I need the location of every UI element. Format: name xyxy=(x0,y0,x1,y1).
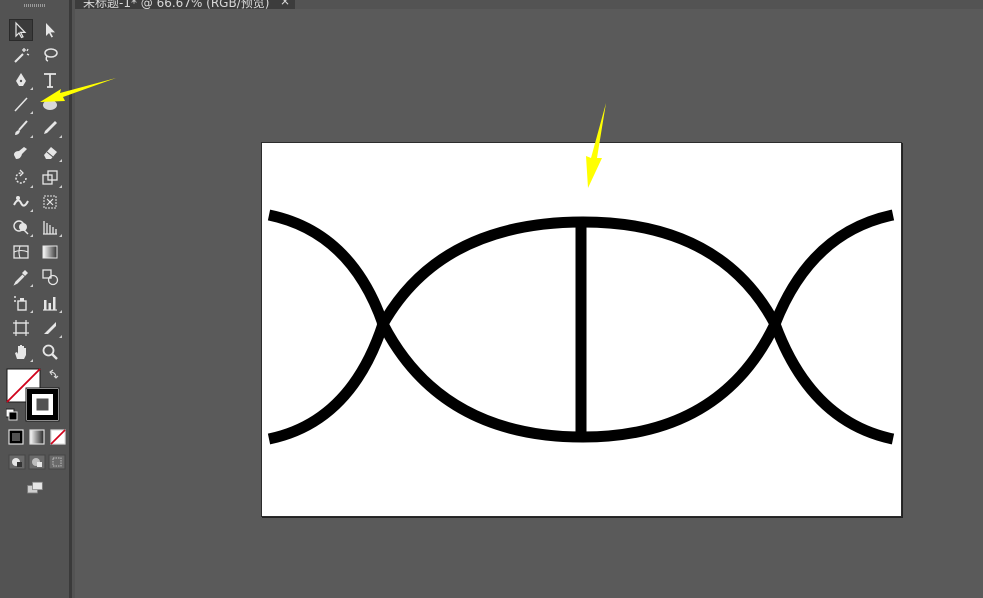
annotation-arrow-top xyxy=(586,103,606,188)
column-graph-tool-icon[interactable] xyxy=(38,292,62,314)
free-transform-tool-icon[interactable] xyxy=(38,191,62,213)
blob-brush-tool-icon[interactable] xyxy=(9,141,33,163)
draw-normal-icon[interactable] xyxy=(7,454,27,470)
none-mode-button[interactable] xyxy=(48,428,68,446)
left-arc-upper xyxy=(267,209,389,326)
close-icon[interactable]: × xyxy=(280,0,290,8)
artboard-tool-icon[interactable] xyxy=(9,317,33,339)
document-tab-bar: 未标题-1* @ 66.67% (RGB/预览) × xyxy=(75,0,983,9)
lasso-tool-icon[interactable] xyxy=(38,44,62,66)
gradient-mode-button[interactable] xyxy=(27,428,47,446)
document-tab-title: 未标题-1* @ 66.67% (RGB/预览) xyxy=(83,0,270,9)
symbol-sprayer-tool-icon[interactable] xyxy=(9,292,33,314)
line-segment-tool-icon[interactable] xyxy=(9,93,33,115)
swap-fill-stroke-icon[interactable] xyxy=(49,369,59,379)
stroke-swatch[interactable] xyxy=(25,387,60,422)
pen-tool-icon[interactable] xyxy=(9,69,33,91)
slice-tool-icon[interactable] xyxy=(38,317,62,339)
panel-grip[interactable] xyxy=(24,4,46,7)
right-arc-lower xyxy=(769,322,895,445)
draw-behind-icon[interactable] xyxy=(27,454,47,470)
rotate-tool-icon[interactable] xyxy=(9,167,33,189)
blend-tool-icon[interactable] xyxy=(38,266,62,288)
warp-tool-icon[interactable] xyxy=(9,191,33,213)
magic-wand-tool-icon[interactable] xyxy=(9,44,33,66)
shape-builder-tool-icon[interactable] xyxy=(9,216,33,238)
artwork[interactable] xyxy=(261,142,902,517)
gradient-tool-icon[interactable] xyxy=(38,241,62,263)
pencil-tool-icon[interactable] xyxy=(38,117,62,139)
right-arc-upper xyxy=(769,209,895,327)
perspective-grid-tool-icon[interactable] xyxy=(38,216,62,238)
zoom-tool-icon[interactable] xyxy=(38,341,62,363)
left-arc-lower xyxy=(267,322,389,445)
annotation-arrow-left xyxy=(40,78,116,102)
eyedropper-tool-icon[interactable] xyxy=(9,266,33,288)
default-colors-icon[interactable] xyxy=(5,408,18,421)
eraser-tool-icon[interactable] xyxy=(38,141,62,163)
screen-mode-icon[interactable] xyxy=(23,478,47,498)
fill-stroke-swatches xyxy=(5,368,64,424)
color-mode-button[interactable] xyxy=(6,428,26,446)
selection-tool-icon[interactable] xyxy=(9,19,33,41)
scale-tool-icon[interactable] xyxy=(38,167,62,189)
hand-tool-icon[interactable] xyxy=(9,341,33,363)
document-tab[interactable]: 未标题-1* @ 66.67% (RGB/预览) × xyxy=(75,0,295,9)
artboard[interactable] xyxy=(261,142,902,517)
draw-inside-icon[interactable] xyxy=(47,454,67,470)
mesh-tool-icon[interactable] xyxy=(9,241,33,263)
direct-selection-tool-icon[interactable] xyxy=(38,19,62,41)
paintbrush-tool-icon[interactable] xyxy=(9,117,33,139)
